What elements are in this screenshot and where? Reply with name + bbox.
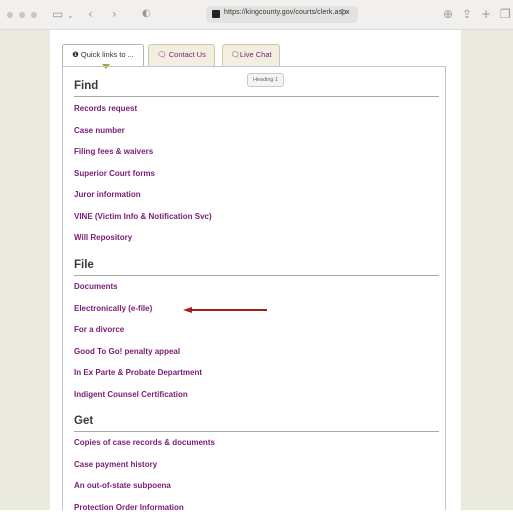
- link-good-to-go-appeal[interactable]: Good To Go! penalty appeal: [74, 347, 180, 356]
- tab-label: 🗨Live Chat: [230, 50, 272, 59]
- zoom-window-button[interactable]: [31, 12, 37, 18]
- tabs-overview-icon[interactable]: ❐: [500, 7, 511, 21]
- tab-contact-us[interactable]: 🗨 Contact Us: [148, 44, 215, 66]
- link-ex-parte-probate[interactable]: In Ex Parte & Probate Department: [74, 368, 202, 377]
- new-tab-icon[interactable]: +: [481, 7, 491, 21]
- link-superior-court-forms[interactable]: Superior Court forms: [74, 169, 155, 178]
- minimize-window-button[interactable]: [19, 12, 25, 18]
- shield-icon[interactable]: ◐: [142, 7, 151, 21]
- link-case-number[interactable]: Case number: [74, 126, 125, 135]
- link-documents[interactable]: Documents: [74, 282, 118, 291]
- annotation-arrow-icon: [183, 307, 267, 313]
- link-out-of-state-subpoena[interactable]: An out-of-state subpoena: [74, 481, 171, 490]
- browser-toolbar: ▭ ⌄ ‹ › ◐ https://kingcounty.gov/courts/…: [0, 0, 513, 30]
- section-title-get: Get: [74, 415, 94, 427]
- page-background: ❶ Quick links to ... 🗨 Contact Us 🗨Live …: [0, 30, 513, 512]
- link-will-repository[interactable]: Will Repository: [74, 233, 132, 242]
- url-text: https://kingcounty.gov/courts/clerk.aspx: [224, 9, 350, 16]
- heading-tooltip: Heading 1: [247, 73, 285, 87]
- address-bar[interactable]: https://kingcounty.gov/courts/clerk.aspx…: [206, 6, 358, 23]
- tab-label: 🗨 Contact Us: [157, 50, 206, 59]
- lock-icon: [212, 10, 220, 18]
- reload-icon[interactable]: ↻: [340, 8, 348, 18]
- share-icon[interactable]: ⇪: [462, 7, 472, 21]
- back-icon[interactable]: ‹: [88, 7, 93, 21]
- section-divider: [74, 275, 439, 276]
- sidebar-icon[interactable]: ▭: [52, 7, 63, 21]
- section-divider: [74, 96, 439, 97]
- section-divider: [74, 431, 439, 432]
- link-copies-of-records[interactable]: Copies of case records & documents: [74, 438, 215, 447]
- link-juror-information[interactable]: Juror information: [74, 190, 141, 199]
- link-records-request[interactable]: Records request: [74, 104, 137, 113]
- link-divorce[interactable]: For a divorce: [74, 325, 124, 334]
- link-e-file[interactable]: Electronically (e-file): [74, 304, 152, 313]
- chevron-down-icon[interactable]: ⌄: [67, 9, 74, 23]
- download-icon[interactable]: ⊕: [443, 7, 453, 21]
- close-window-button[interactable]: [7, 12, 13, 18]
- section-title-find: Find: [74, 80, 99, 92]
- link-vine[interactable]: VINE (Victim Info & Notification Svc): [74, 212, 212, 221]
- content-column: ❶ Quick links to ... 🗨 Contact Us 🗨Live …: [50, 30, 461, 512]
- link-indigent-counsel[interactable]: Indigent Counsel Certification: [74, 390, 188, 399]
- section-title-file: File: [74, 259, 94, 271]
- forward-icon[interactable]: ›: [112, 7, 117, 21]
- link-filing-fees[interactable]: Filing fees & waivers: [74, 147, 153, 156]
- tab-live-chat[interactable]: 🗨Live Chat: [222, 44, 280, 66]
- link-protection-order[interactable]: Protection Order Information: [74, 503, 184, 512]
- tab-quick-links[interactable]: ❶ Quick links to ...: [62, 44, 144, 66]
- tab-label: ❶ Quick links to ...: [72, 50, 134, 59]
- link-case-payment-history[interactable]: Case payment history: [74, 460, 157, 469]
